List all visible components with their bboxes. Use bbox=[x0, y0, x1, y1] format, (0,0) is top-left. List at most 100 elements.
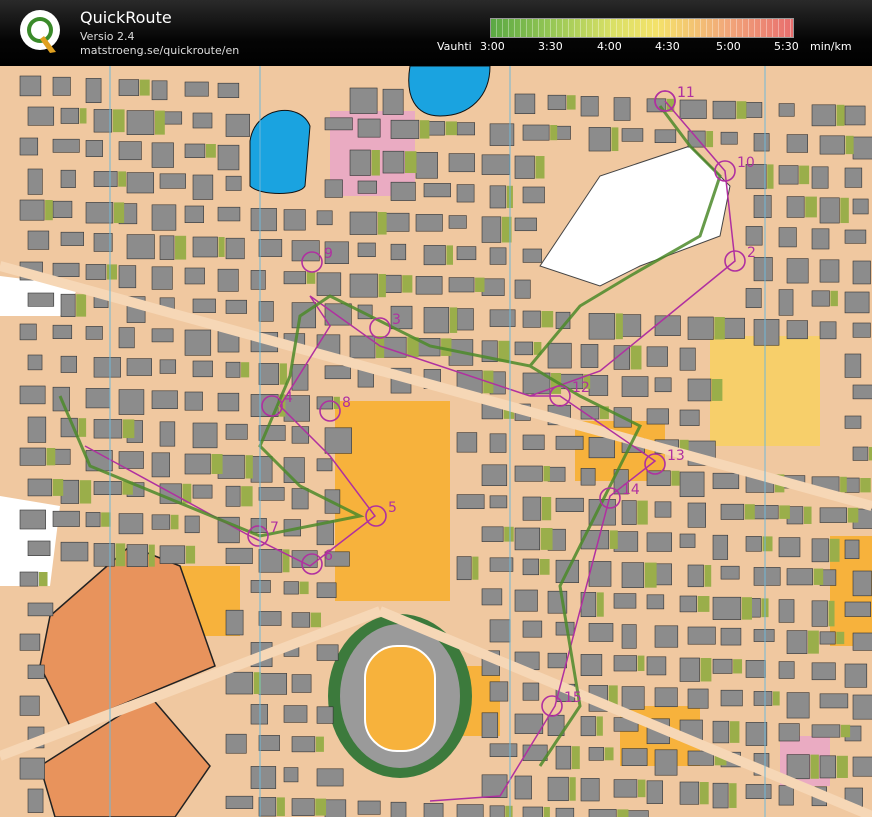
building bbox=[316, 458, 333, 472]
vegetation-patch bbox=[45, 200, 53, 221]
building bbox=[258, 797, 277, 817]
vegetation-patch bbox=[539, 559, 550, 575]
building bbox=[489, 247, 507, 265]
vegetation-patch bbox=[38, 572, 48, 587]
building bbox=[184, 453, 211, 475]
vegetation-patch bbox=[170, 514, 179, 530]
building bbox=[118, 141, 142, 161]
orienteering-map[interactable]: 1 2 3 4 5 6 7 8 9 10 11 12 13 14 15 bbox=[0, 66, 872, 817]
building bbox=[547, 776, 569, 802]
building bbox=[621, 686, 645, 710]
building bbox=[225, 113, 250, 137]
vegetation-patch bbox=[699, 782, 709, 805]
building bbox=[555, 125, 571, 140]
building bbox=[712, 534, 729, 560]
building bbox=[93, 481, 122, 495]
building bbox=[481, 154, 510, 175]
building bbox=[679, 533, 696, 548]
building bbox=[192, 112, 213, 129]
building bbox=[316, 706, 334, 724]
vegetation-patch bbox=[106, 264, 118, 280]
vegetation-patch bbox=[644, 562, 657, 588]
map-canvas[interactable]: 123456789101112131415 bbox=[0, 66, 872, 817]
building bbox=[720, 627, 742, 646]
building bbox=[621, 376, 649, 397]
building bbox=[481, 278, 505, 296]
vegetation-patch bbox=[714, 317, 725, 340]
vegetation-patch bbox=[566, 95, 576, 110]
building bbox=[217, 82, 240, 98]
building bbox=[316, 582, 337, 599]
vegetation-patch bbox=[504, 526, 514, 542]
vegetation-patch bbox=[617, 809, 629, 817]
building bbox=[514, 93, 536, 115]
building bbox=[27, 478, 53, 497]
building bbox=[60, 355, 77, 373]
building bbox=[291, 364, 309, 391]
building bbox=[489, 433, 507, 453]
vegetation-patch bbox=[550, 125, 558, 141]
control-number: 2 bbox=[747, 245, 756, 261]
building bbox=[217, 206, 241, 222]
building bbox=[852, 570, 872, 597]
building bbox=[52, 76, 71, 96]
building bbox=[786, 692, 810, 719]
building bbox=[786, 568, 813, 586]
building bbox=[555, 435, 584, 450]
building bbox=[258, 487, 285, 501]
building bbox=[192, 236, 218, 258]
building bbox=[456, 494, 485, 510]
building bbox=[712, 720, 730, 744]
building bbox=[423, 183, 451, 198]
vegetation-patch bbox=[315, 736, 324, 752]
building bbox=[621, 562, 645, 588]
building bbox=[514, 589, 538, 612]
building bbox=[316, 768, 344, 787]
app-url[interactable]: matstroeng.se/quickroute/en bbox=[80, 44, 239, 57]
vegetation-patch bbox=[704, 565, 712, 587]
vegetation-patch bbox=[805, 196, 817, 218]
vegetation-patch bbox=[830, 290, 838, 307]
pace-tick: 3:30 bbox=[538, 40, 563, 53]
vegetation-patch bbox=[541, 311, 554, 328]
building bbox=[85, 388, 111, 409]
control-number: 6 bbox=[324, 548, 333, 564]
building bbox=[481, 774, 508, 798]
building bbox=[679, 657, 700, 682]
building bbox=[456, 804, 484, 817]
building bbox=[819, 321, 837, 340]
building bbox=[85, 140, 103, 157]
building bbox=[192, 174, 214, 200]
building bbox=[382, 150, 405, 174]
vegetation-patch bbox=[671, 470, 680, 486]
building bbox=[852, 632, 872, 651]
control-number: 7 bbox=[270, 520, 279, 536]
building bbox=[85, 326, 103, 340]
vegetation-patch bbox=[729, 783, 737, 808]
building bbox=[192, 298, 216, 313]
building bbox=[27, 540, 51, 556]
building bbox=[324, 179, 343, 198]
vegetation-patch bbox=[154, 110, 165, 135]
building bbox=[316, 644, 339, 661]
building bbox=[19, 571, 39, 587]
building bbox=[844, 539, 860, 560]
vegetation-patch bbox=[185, 545, 196, 564]
building bbox=[93, 109, 113, 133]
building bbox=[844, 291, 870, 314]
building bbox=[93, 543, 115, 567]
building bbox=[85, 512, 101, 528]
building bbox=[192, 360, 213, 378]
vegetation-patch bbox=[315, 798, 327, 816]
building bbox=[852, 446, 869, 461]
building bbox=[753, 691, 773, 706]
building bbox=[679, 409, 700, 426]
building bbox=[126, 234, 155, 260]
building bbox=[522, 310, 541, 328]
building bbox=[687, 316, 714, 340]
building bbox=[60, 169, 76, 188]
building bbox=[357, 180, 377, 194]
vegetation-patch bbox=[276, 797, 285, 817]
vegetation-patch bbox=[377, 212, 387, 235]
vegetation-patch bbox=[706, 131, 714, 148]
